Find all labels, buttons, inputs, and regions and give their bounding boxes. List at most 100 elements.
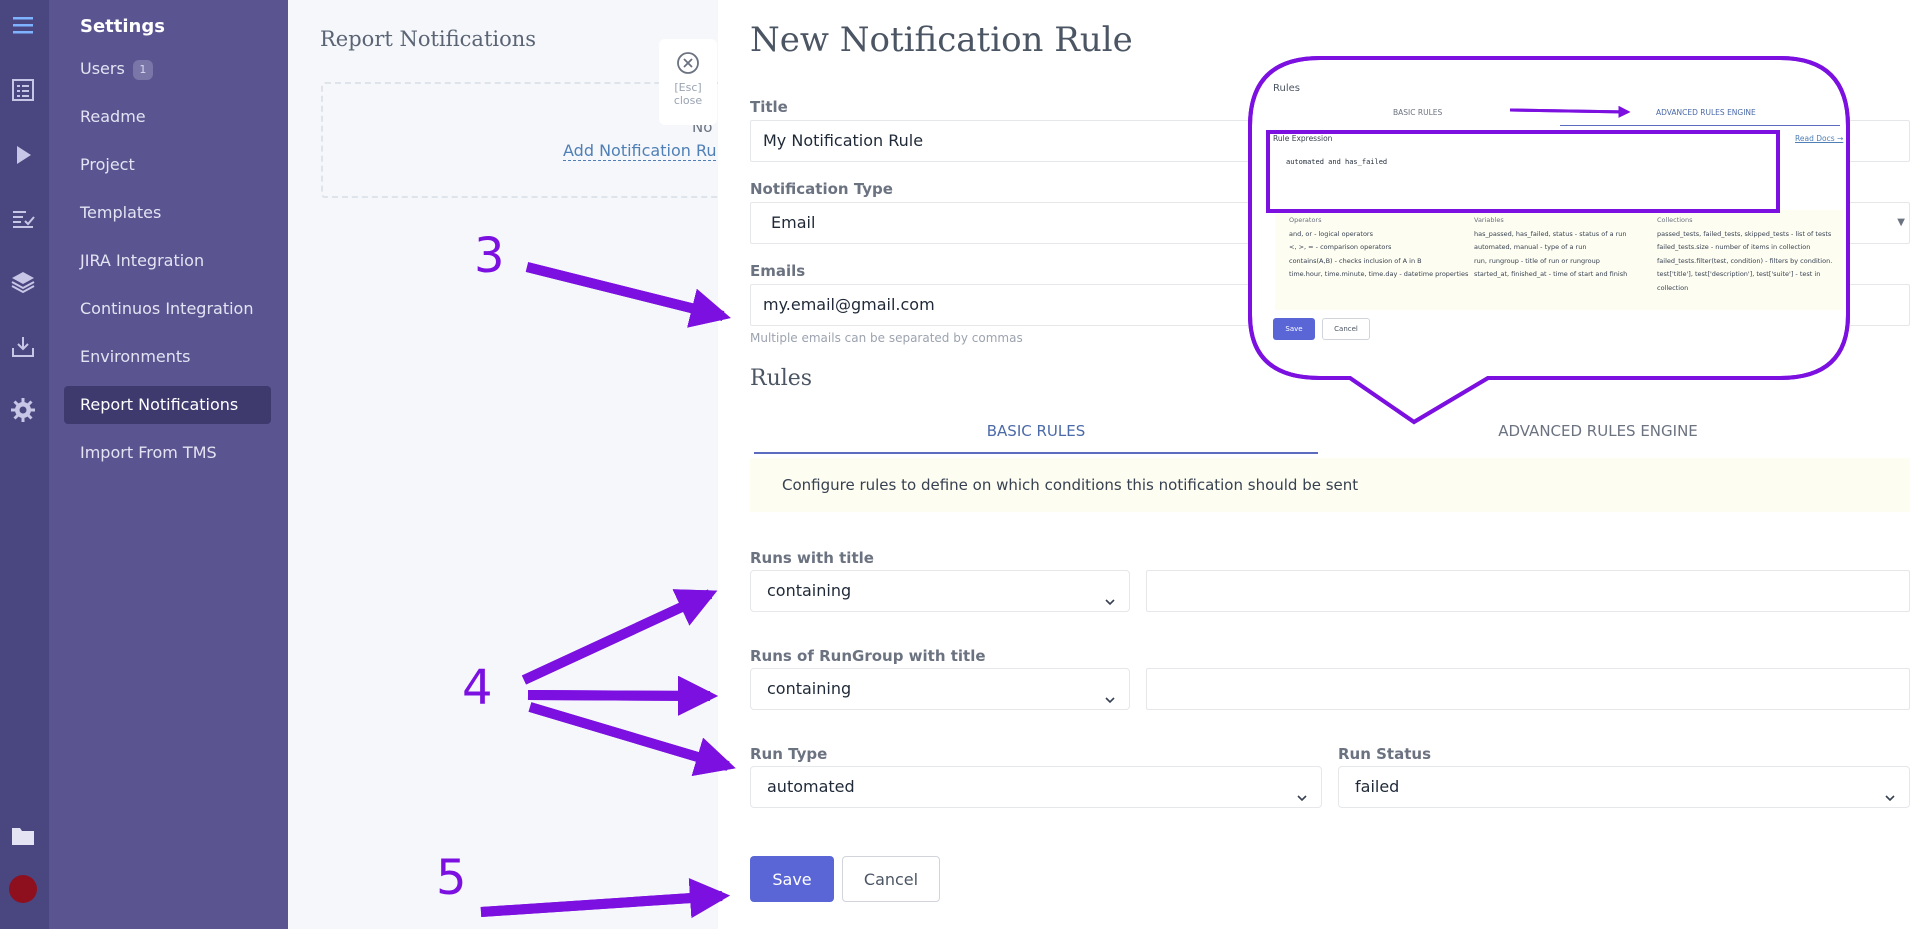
runs-title-input[interactable] — [1146, 570, 1910, 612]
callout-row: test['title'], test['description'], test… — [1657, 270, 1821, 278]
cancel-button[interactable]: Cancel — [842, 856, 940, 902]
callout-row: failed_tests.size - number of items in c… — [1657, 243, 1811, 251]
rungroup-title-input[interactable] — [1146, 668, 1910, 710]
arrow-4c — [528, 702, 736, 777]
notification-type-value: Email — [771, 213, 816, 232]
callout-row: time.hour, time.minute, time.day - datet… — [1289, 270, 1469, 278]
runs-title-operator-select[interactable]: containing — [750, 570, 1130, 612]
callout-row: automated, manual - type of a run — [1474, 243, 1587, 251]
rules-heading: Rules — [750, 366, 813, 391]
folder-icon[interactable] — [10, 823, 36, 849]
nav-item-project[interactable]: Project — [64, 146, 271, 184]
tab-advanced-rules-engine[interactable]: ADVANCED RULES ENGINE — [1318, 418, 1878, 454]
callout-variables-column: Variables has_passed, has_failed, status… — [1474, 214, 1654, 282]
arrow-4a — [521, 589, 718, 685]
rungroup-title-label: Runs of RunGroup with title — [750, 647, 986, 665]
chevron-down-icon — [1295, 780, 1309, 802]
arrow-4a — [521, 589, 718, 685]
callout-reference-table: Operators and, or - logical operators <,… — [1275, 210, 1843, 310]
checklist-icon[interactable] — [10, 77, 36, 103]
callout-operators-column: Operators and, or - logical operators <,… — [1289, 214, 1469, 282]
chevron-down-icon — [1103, 682, 1117, 704]
run-type-select[interactable]: automated — [750, 766, 1322, 808]
annotation-number-3: 3 — [474, 228, 505, 284]
callout-row: has_passed, has_failed, status - status … — [1474, 229, 1627, 238]
callout-row: contains(A,B) - checks inclusion of A in… — [1289, 256, 1422, 265]
callout-row: collection — [1657, 283, 1689, 292]
title-label: Title — [750, 98, 788, 116]
callout-cancel-button: Cancel — [1322, 318, 1370, 340]
emails-label: Emails — [750, 262, 806, 280]
callout-read-docs-link: Read Docs → — [1795, 134, 1844, 143]
dropdown-caret-icon: ▼ — [1897, 217, 1905, 228]
run-status-select[interactable]: failed — [1338, 766, 1910, 808]
callout-tab-underline — [1560, 125, 1840, 126]
nav-item-users[interactable]: Users 1 — [64, 50, 271, 88]
arrow-3 — [525, 262, 731, 328]
callout-collections-column: Collections passed_tests, failed_tests, … — [1657, 214, 1841, 295]
menu-icon[interactable] — [10, 12, 36, 38]
tab-basic-rules[interactable]: BASIC RULES — [754, 418, 1318, 454]
nav-title: Settings — [80, 16, 165, 37]
gear-icon[interactable] — [10, 397, 36, 423]
rules-info-box: Configure rules to define on which condi… — [750, 458, 1910, 512]
users-count-badge: 1 — [132, 60, 153, 80]
callout-expression-value: automated and has_failed — [1286, 158, 1388, 166]
emails-hint: Multiple emails can be separated by comm… — [750, 331, 1023, 345]
avatar[interactable] — [9, 875, 37, 903]
rungroup-operator-select[interactable]: containing — [750, 668, 1130, 710]
test-runs-icon[interactable] — [10, 205, 36, 231]
arrow-4b — [527, 675, 718, 716]
callout-row: run, rungroup - title of run or rungroup — [1474, 256, 1600, 265]
rungroup-operator-value: containing — [767, 679, 852, 698]
settings-nav: Settings Users 1 Readme Project Templates… — [49, 0, 288, 929]
esc-hint: [Esc] — [674, 81, 702, 94]
layers-icon[interactable] — [10, 269, 36, 295]
callout-expression-label: Rule Expression — [1273, 134, 1333, 143]
nav-item-continuous-integration[interactable]: Continuos Integration — [64, 290, 271, 328]
advanced-rules-callout: Rules BASIC RULES ADVANCED RULES ENGINE … — [1270, 80, 1850, 350]
form-heading: New Notification Rule — [750, 20, 1133, 60]
arrow-4c — [528, 702, 736, 777]
nav-item-import-from-tms[interactable]: Import From TMS — [64, 434, 271, 472]
nav-item-readme[interactable]: Readme — [64, 98, 271, 136]
callout-column-header: Variables — [1474, 216, 1504, 224]
callout-tab-basic: BASIC RULES — [1393, 108, 1443, 117]
page-title: Report Notifications — [320, 27, 537, 51]
arrow-4b — [527, 675, 718, 716]
nav-item-environments[interactable]: Environments — [64, 338, 271, 376]
icon-rail — [0, 0, 49, 929]
close-drawer-button[interactable]: [Esc] close — [659, 39, 717, 125]
arrow-5 — [480, 878, 730, 919]
save-button[interactable]: Save — [750, 856, 834, 902]
annotation-number-5: 5 — [436, 850, 467, 906]
chevron-down-icon — [1103, 584, 1117, 606]
callout-row: passed_tests, failed_tests, skipped_test… — [1657, 229, 1832, 238]
download-icon[interactable] — [10, 334, 36, 360]
add-notification-rule-link[interactable]: Add Notification Rule — [563, 141, 731, 161]
close-hint: close — [673, 94, 703, 107]
callout-tab-advanced: ADVANCED RULES ENGINE — [1656, 108, 1756, 117]
arrow-5 — [480, 878, 730, 919]
nav-item-report-notifications[interactable]: Report Notifications — [64, 386, 271, 424]
arrow-3 — [525, 262, 731, 328]
play-icon[interactable] — [10, 142, 36, 168]
run-status-value: failed — [1355, 777, 1400, 796]
nav-item-label: Users — [80, 59, 125, 78]
callout-row: <, >, = - comparison operators — [1289, 243, 1392, 251]
callout-column-header: Collections — [1657, 216, 1693, 224]
nav-item-templates[interactable]: Templates — [64, 194, 271, 232]
run-type-label: Run Type — [750, 745, 828, 763]
runs-with-title-label: Runs with title — [750, 549, 874, 567]
callout-row: started_at, finished_at - time of start … — [1474, 270, 1628, 278]
close-icon — [676, 51, 700, 75]
run-type-value: automated — [767, 777, 855, 796]
chevron-down-icon — [1883, 780, 1897, 802]
run-status-label: Run Status — [1338, 745, 1432, 763]
nav-item-jira-integration[interactable]: JIRA Integration — [64, 242, 271, 280]
runs-title-operator-value: containing — [767, 581, 852, 600]
annotation-number-4: 4 — [462, 660, 493, 716]
notification-type-label: Notification Type — [750, 180, 893, 198]
callout-column-header: Operators — [1289, 216, 1322, 224]
callout-row: failed_tests.filter(test, condition) - f… — [1657, 256, 1833, 265]
